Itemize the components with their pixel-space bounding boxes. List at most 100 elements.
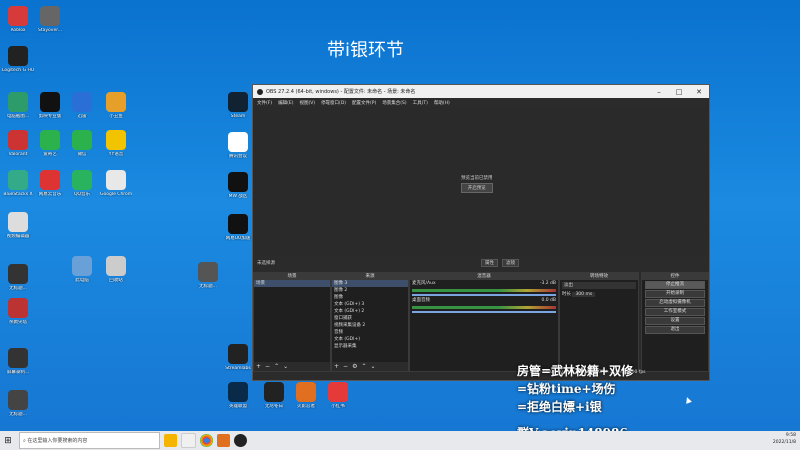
desktop-icon[interactable]: Google Chrome (100, 170, 132, 197)
control-button[interactable]: 启动虚拟摄像机 (645, 299, 705, 307)
desktop-icon[interactable]: 爱奇艺 (34, 130, 66, 157)
up-icon[interactable]: ⌃ (361, 363, 366, 370)
source-toolbar: 未选择源 属性 滤镜 (253, 257, 709, 269)
system-tray[interactable]: 9:58 2022/11/8 (773, 432, 796, 446)
desktop-icon[interactable]: 无标题... (2, 390, 34, 417)
source-item[interactable]: 音频 (332, 329, 408, 336)
app-icon (264, 382, 284, 402)
menu-item[interactable]: 编辑(E) (278, 100, 293, 106)
desktop-icon[interactable]: MW 战区 (222, 172, 254, 199)
source-label: 图像 2 (334, 288, 348, 293)
source-item[interactable]: 视频采集设备 2 (332, 322, 408, 329)
properties-button[interactable]: 属性 (481, 259, 498, 267)
volume-meter (412, 289, 556, 292)
desktop-icon[interactable]: 剪映专业版 (34, 92, 66, 119)
desktop-icon[interactable]: 英雄联盟 (222, 382, 254, 409)
gear-icon[interactable]: ⚙ (352, 363, 357, 370)
volume-slider[interactable] (412, 311, 556, 313)
desktop-icon[interactable]: 无标题... (192, 262, 224, 289)
desktop-icon[interactable]: Stayover... (34, 6, 66, 33)
desktop-icon[interactable]: 迅雷 (66, 92, 98, 119)
desktop-icon[interactable]: 小红书 (322, 382, 354, 409)
chrome-icon[interactable] (200, 434, 213, 447)
desktop-icon[interactable]: 微信 (66, 130, 98, 157)
app-icon (40, 130, 60, 150)
desktop-icon[interactable]: YY语音 (100, 130, 132, 157)
source-item[interactable]: 图像 2 (332, 287, 408, 294)
obs-taskbar-icon[interactable] (234, 434, 247, 447)
desktop-icon[interactable]: 屏幕录制... (2, 348, 34, 375)
task-view-icon[interactable] (164, 434, 177, 447)
duration-label: 时长 (562, 292, 571, 297)
desktop-icon[interactable]: Roblox (2, 6, 34, 33)
desktop-icon[interactable]: Valorant (2, 130, 34, 157)
desktop-icon-label: Stayover... (38, 28, 62, 33)
desktop-icon[interactable]: 无尽冬日 (258, 382, 290, 409)
desktop-icon[interactable]: 火影忍者 (290, 382, 322, 409)
app-icon (72, 130, 92, 150)
app-icon[interactable] (217, 434, 230, 447)
desktop-icon[interactable]: 腾讯会议 (222, 132, 254, 159)
up-icon[interactable]: ⌃ (274, 363, 279, 370)
desktop-icon[interactable]: Streamlabs (222, 344, 254, 371)
down-icon[interactable]: ⌄ (370, 363, 375, 370)
source-item[interactable]: 显示器采集 (332, 343, 408, 350)
desktop-icon[interactable]: 网易云音乐 (34, 170, 66, 197)
desktop-icon[interactable]: 视频编辑器 (2, 212, 34, 239)
source-item[interactable]: 文本 (GDI+) 3 (332, 301, 408, 308)
desktop-icon[interactable]: QQ音乐 (66, 170, 98, 197)
menu-item[interactable]: 场景集合(S) (382, 100, 406, 106)
desktop-icon[interactable]: 电脑截图... (2, 92, 34, 119)
source-item[interactable]: 图像 (332, 294, 408, 301)
menu-item[interactable]: 帮助(H) (434, 100, 450, 106)
desktop-icon-label: MW 战区 (228, 194, 248, 199)
transition-select[interactable]: 淡出 (562, 282, 636, 289)
desktop-icon[interactable]: 杀戮尖塔 (2, 298, 34, 325)
control-button[interactable]: 设置 (645, 317, 705, 325)
close-icon[interactable]: ✕ (689, 88, 709, 96)
desktop-icon[interactable]: BlueStacks X (2, 170, 34, 197)
control-button[interactable]: 工作室模式 (645, 308, 705, 316)
add-icon[interactable]: + (256, 363, 261, 370)
remove-icon[interactable]: − (265, 363, 270, 370)
desktop-icon-label: 屏幕录制... (6, 370, 30, 375)
taskbar-search-input[interactable]: ⌕ 在这里输入你要搜索的内容 (19, 432, 160, 449)
volume-slider[interactable] (412, 294, 556, 296)
desktop-icon[interactable]: 无标题... (2, 264, 34, 291)
desktop-icon[interactable]: Logitech G HUB (2, 46, 34, 73)
enable-preview-button[interactable]: 开启预览 (461, 183, 493, 193)
menu-item[interactable]: 视图(V) (299, 100, 315, 106)
windows-start-icon[interactable]: ⊞ (0, 431, 16, 450)
menu-item[interactable]: 文件(F) (257, 100, 272, 106)
down-icon[interactable]: ⌄ (283, 363, 288, 370)
maximize-icon[interactable]: □ (669, 88, 689, 96)
menu-item[interactable]: 工具(T) (413, 100, 428, 106)
file-explorer-icon[interactable] (181, 433, 196, 448)
source-item[interactable]: 文本 (GDI+) (332, 336, 408, 343)
add-icon[interactable]: + (334, 363, 339, 370)
desktop-icon[interactable]: 回收站 (100, 256, 132, 283)
desktop-icon-label: BlueStacks X (3, 192, 33, 197)
source-label: 窗口捕获 (334, 316, 352, 321)
desktop-icon-label: 视频编辑器 (6, 234, 30, 239)
control-button[interactable]: 退出 (645, 326, 705, 334)
source-label: 文本 (GDI+) 3 (334, 302, 365, 307)
source-item[interactable]: 窗口捕获 (332, 315, 408, 322)
desktop-icon[interactable]: Steam (222, 92, 254, 119)
menu-item[interactable]: 停靠窗口(D) (321, 100, 346, 106)
source-item[interactable]: 文本 (GDI+) 2 (332, 308, 408, 315)
desktop-icon[interactable]: 此电脑 (66, 256, 98, 283)
control-button[interactable]: 开始录制 (645, 290, 705, 298)
scene-item[interactable]: 场景 (254, 280, 330, 287)
desktop-icon[interactable]: 小丑鱼 (100, 92, 132, 119)
duration-input[interactable]: 300 ms (572, 292, 596, 297)
obs-preview[interactable]: 预览当前已禁用 开启预览 (253, 107, 709, 255)
source-item[interactable]: 图像 3 (332, 280, 408, 287)
menu-item[interactable]: 配置文件(P) (352, 100, 376, 106)
desktop-icon[interactable]: 网易UU加速 (222, 214, 254, 241)
control-button[interactable]: 停止推流 (645, 281, 705, 289)
filters-button[interactable]: 滤镜 (502, 259, 519, 267)
remove-icon[interactable]: − (343, 363, 348, 370)
app-icon (8, 298, 28, 318)
minimize-icon[interactable]: – (649, 88, 669, 96)
